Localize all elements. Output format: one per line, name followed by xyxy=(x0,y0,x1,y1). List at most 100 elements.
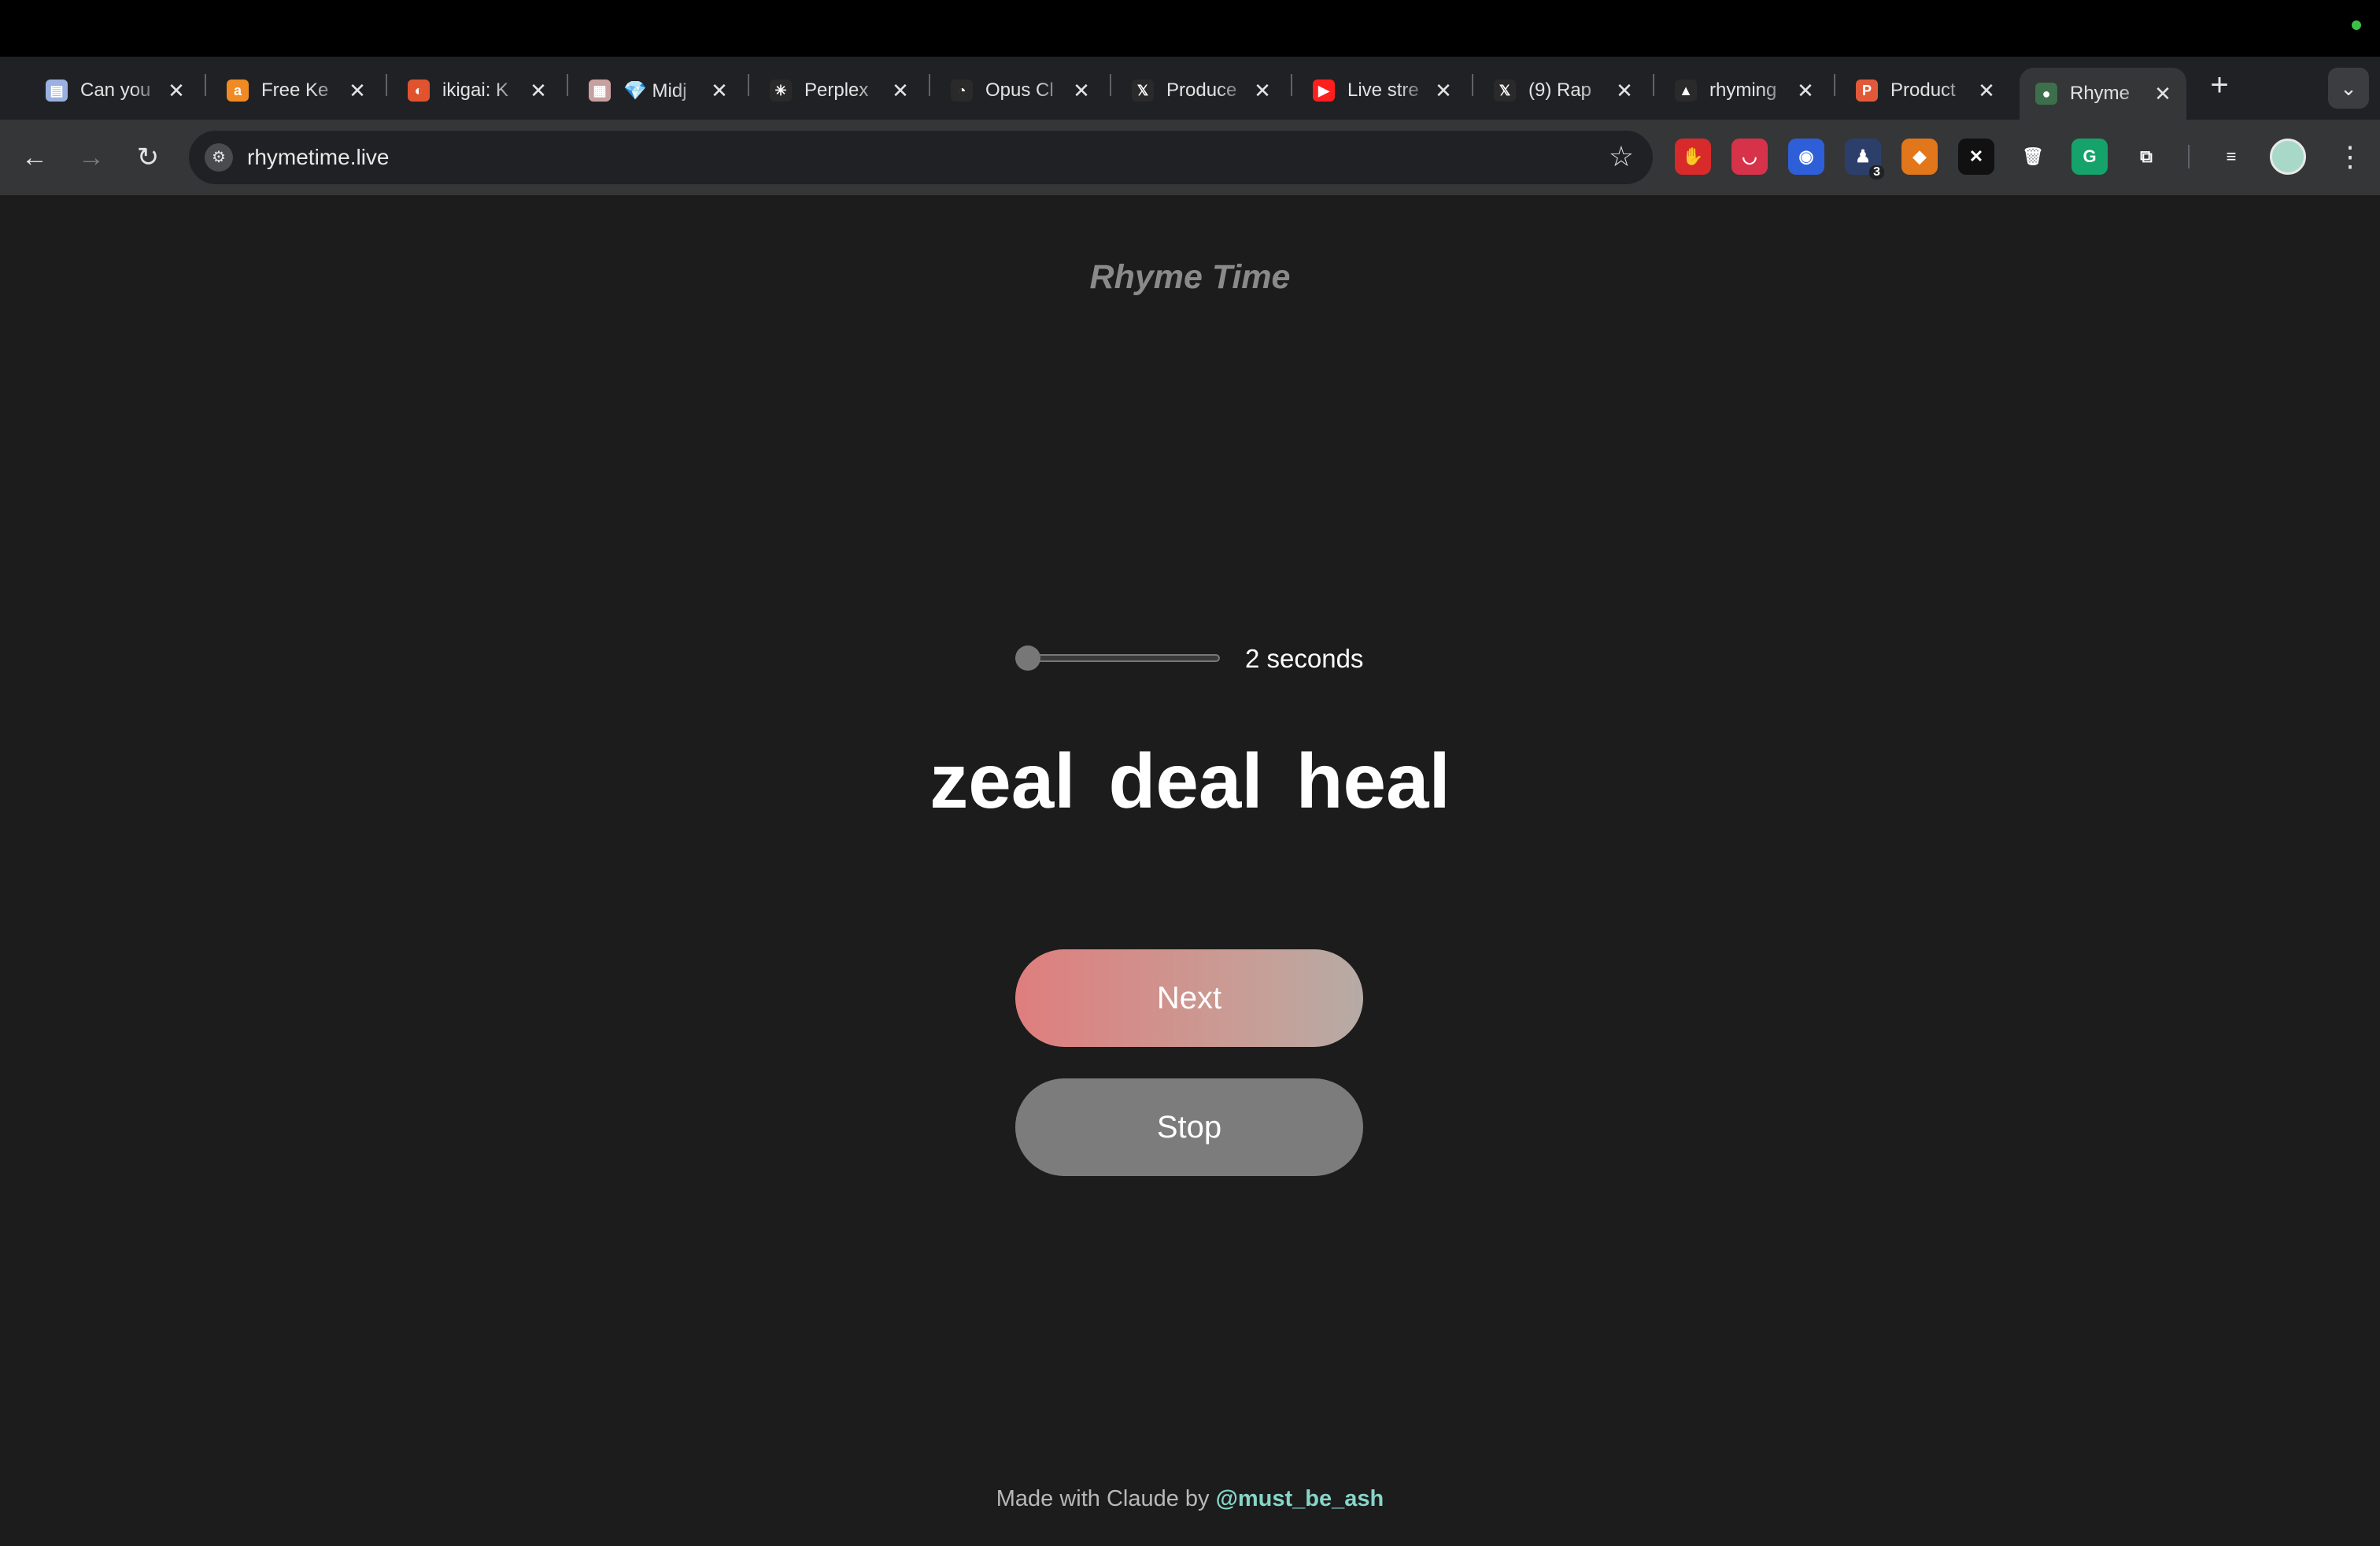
forward-button[interactable]: → xyxy=(72,139,110,176)
new-tab-button[interactable]: + xyxy=(2201,68,2238,105)
x-logo-icon: 𝕏 xyxy=(1494,80,1516,102)
tab-title: Product xyxy=(1890,80,1956,101)
tab-separator xyxy=(1110,74,1111,96)
tab-separator xyxy=(1472,74,1473,96)
tab-separator xyxy=(386,74,387,96)
browser-toolbar: ← → ↻ ⚙ rhymetime.live ☆ ✋ ◡ ◉ ♟ 3 ◆ ✕ 🗑 G ⧉ ≡ xyxy=(0,120,2380,195)
trash-extension-icon[interactable]: 🗑 xyxy=(2015,139,2051,175)
tab-separator xyxy=(205,74,206,96)
tab-close-icon[interactable]: ✕ xyxy=(527,79,549,103)
puzzle-extension-icon[interactable]: ⧉ xyxy=(2128,139,2164,175)
triangle-logo-icon: ▲ xyxy=(1675,80,1697,102)
tab-separator xyxy=(1653,74,1654,96)
tab-title: 💎 Midj xyxy=(623,80,687,102)
browser-tab[interactable]: ▤ Can you ✕ xyxy=(30,68,200,113)
rhyme-time-favicon-icon: ● xyxy=(2035,83,2057,105)
footer-text: Made with Claude by xyxy=(996,1486,1216,1511)
tab-close-icon[interactable]: ✕ xyxy=(1794,79,1816,103)
grammarly-extension-icon[interactable]: G xyxy=(2071,139,2108,175)
x-logo-icon: 𝕏 xyxy=(1132,80,1154,102)
tab-title: Produce xyxy=(1166,80,1237,101)
tab-title: Can you xyxy=(80,80,151,101)
image-thumb-icon: ▦ xyxy=(589,80,611,102)
tab-title: Free Ke xyxy=(261,80,329,101)
browser-tab[interactable]: 𝕏 (9) Rap ✕ xyxy=(1478,68,1648,113)
browser-tab[interactable]: 𝕏 Produce ✕ xyxy=(1116,68,1286,113)
browser-tab[interactable]: P Product ✕ xyxy=(1840,68,2010,113)
tab-close-icon[interactable]: ✕ xyxy=(1432,79,1454,103)
browser-menu-icon[interactable]: ⋮ xyxy=(2334,139,2366,175)
tab-close-icon[interactable]: ✕ xyxy=(2152,82,2174,106)
browser-tab[interactable]: ● Rhyme ✕ xyxy=(2020,68,2186,120)
address-bar[interactable]: ⚙ rhymetime.live ☆ xyxy=(189,131,1653,184)
extension-badge: 3 xyxy=(1869,165,1884,179)
badge-extension-icon[interactable]: ♟ 3 xyxy=(1845,139,1884,179)
tab-separator xyxy=(748,74,749,96)
tab-title: (9) Rap xyxy=(1528,80,1592,101)
tab-title: ikigai: K xyxy=(442,80,509,101)
amazon-icon: a xyxy=(227,80,249,102)
metamask-extension-icon[interactable]: ◆ xyxy=(1901,139,1938,175)
rhyme-word: deal xyxy=(1108,738,1263,824)
rhyme-words: zeal deal heal xyxy=(0,737,2380,826)
page-content: Rhyme Time 2 seconds zeal deal heal Next… xyxy=(0,195,2380,1546)
site-info-icon[interactable]: ⚙ xyxy=(205,143,233,172)
tab-strip: ▤ Can you ✕ a Free Ke ✕ ◐ ikigai: K ✕ ▦ 💎 Midj ✕ ✳ Pe… xyxy=(0,57,2380,120)
browser-tab[interactable]: ◐ ikigai: K ✕ xyxy=(392,68,562,113)
browser-tab[interactable]: ▦ 💎 Midj ✕ xyxy=(573,68,743,113)
opus-clip-icon: ◔ xyxy=(951,80,973,102)
speed-control: 2 seconds xyxy=(1015,638,1393,677)
tab-title: Live stre xyxy=(1347,80,1419,101)
browser-tab[interactable]: a Free Ke ✕ xyxy=(211,68,381,113)
tab-close-icon[interactable]: ✕ xyxy=(1975,79,1998,103)
status-indicator-dot xyxy=(2352,20,2361,30)
perplexity-icon: ✳ xyxy=(770,80,792,102)
tab-close-icon[interactable]: ✕ xyxy=(346,79,368,103)
tab-title: Rhyme xyxy=(2070,83,2131,104)
tab-search-button[interactable]: ⌄ xyxy=(2328,68,2369,109)
x-extension-icon[interactable]: ✕ xyxy=(1958,139,1994,175)
tab-title: Opus Cl xyxy=(985,80,1054,101)
tab-separator xyxy=(1834,74,1835,96)
reload-button[interactable]: ↻ xyxy=(129,139,167,176)
url-text[interactable]: rhymetime.live xyxy=(247,145,389,170)
media-controls-icon[interactable]: ≡ xyxy=(2213,139,2249,175)
rhyme-word: zeal xyxy=(929,738,1076,824)
author-handle-link[interactable]: @must_be_ash xyxy=(1216,1486,1384,1511)
toolbar-divider xyxy=(2188,145,2190,168)
tab-title: Perplex xyxy=(804,80,869,101)
next-button[interactable]: Next xyxy=(1015,949,1363,1047)
circle-extension-icon[interactable]: ◉ xyxy=(1788,139,1824,175)
system-top-bar xyxy=(0,0,2380,57)
pocket-extension-icon[interactable]: ◡ xyxy=(1731,139,1768,175)
browser-tab[interactable]: ▶ Live stre ✕ xyxy=(1297,68,1467,113)
speed-slider-thumb[interactable] xyxy=(1015,645,1040,671)
speed-slider-track[interactable] xyxy=(1015,654,1220,662)
footer-credit: Made with Claude by @must_be_ash xyxy=(0,1486,2380,1512)
back-button[interactable]: ← xyxy=(16,139,54,176)
product-hunt-icon: P xyxy=(1856,80,1878,102)
browser-tab[interactable]: ◔ Opus Cl ✕ xyxy=(935,68,1105,113)
page-title: Rhyme Time xyxy=(1089,258,1291,296)
bookmark-star-icon[interactable]: ☆ xyxy=(1609,140,1634,173)
stop-extension-icon[interactable]: ✋ xyxy=(1675,139,1711,175)
profile-avatar[interactable] xyxy=(2270,139,2306,175)
tab-close-icon[interactable]: ✕ xyxy=(889,79,911,103)
tab-close-icon[interactable]: ✕ xyxy=(708,79,730,103)
speed-label: 2 seconds xyxy=(1245,644,1364,673)
browser-tab[interactable]: ✳ Perplex ✕ xyxy=(754,68,924,113)
browser-tab[interactable]: ▲ rhyming ✕ xyxy=(1659,68,1829,113)
semrush-icon: ◐ xyxy=(408,80,430,102)
tab-close-icon[interactable]: ✕ xyxy=(1070,79,1092,103)
tab-title: rhyming xyxy=(1709,80,1777,101)
rhyme-word: heal xyxy=(1295,738,1451,824)
youtube-icon: ▶ xyxy=(1313,80,1335,102)
tab-separator xyxy=(1291,74,1292,96)
tab-separator xyxy=(929,74,930,96)
tab-close-icon[interactable]: ✕ xyxy=(1251,79,1273,103)
tab-separator xyxy=(567,74,568,96)
tab-close-icon[interactable]: ✕ xyxy=(165,79,187,103)
tab-close-icon[interactable]: ✕ xyxy=(1613,79,1635,103)
stop-button[interactable]: Stop xyxy=(1015,1078,1363,1176)
document-icon: ▤ xyxy=(46,80,68,102)
